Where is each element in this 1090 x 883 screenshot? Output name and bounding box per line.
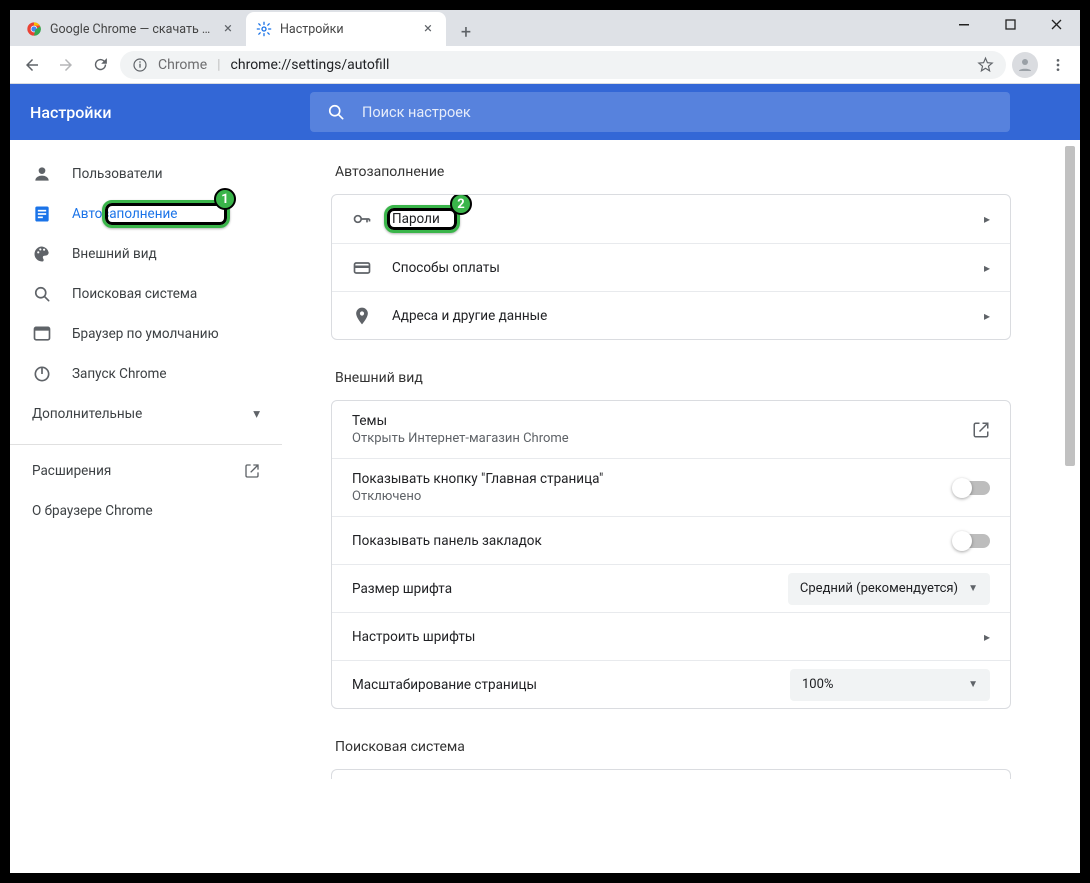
sidebar-item-label: Дополнительные bbox=[32, 406, 233, 422]
minimize-button[interactable] bbox=[942, 10, 988, 40]
row-addresses[interactable]: Адреса и другие данные bbox=[332, 291, 1010, 339]
row-label: Темы bbox=[352, 413, 952, 429]
external-link-icon bbox=[972, 421, 990, 439]
new-tab-button[interactable]: + bbox=[452, 18, 480, 46]
row-sublabel: Отключено bbox=[352, 489, 934, 504]
url-text: chrome://settings/autofill bbox=[231, 57, 390, 73]
sidebar-item-search-engine[interactable]: Поисковая система bbox=[10, 274, 282, 314]
row-label: Показывать панель закладок bbox=[352, 533, 934, 549]
chevron-down-icon: ▾ bbox=[253, 406, 260, 422]
section-title-autofill: Автозаполнение bbox=[335, 164, 1011, 180]
sidebar-item-about[interactable]: О браузере Chrome bbox=[10, 491, 282, 531]
sidebar-item-extensions[interactable]: Расширения bbox=[10, 451, 282, 491]
close-icon[interactable]: × bbox=[420, 21, 436, 37]
sidebar-item-default-browser[interactable]: Браузер по умолчанию bbox=[10, 314, 282, 354]
chevron-right-icon bbox=[984, 630, 990, 644]
row-label: Настроить шрифты bbox=[352, 629, 964, 645]
settings-favicon bbox=[256, 21, 272, 37]
pin-icon bbox=[352, 306, 372, 326]
sidebar-item-appearance[interactable]: Внешний вид bbox=[10, 234, 282, 274]
row-label: Размер шрифта bbox=[352, 581, 768, 597]
row-label: Способы оплаты bbox=[392, 260, 964, 276]
settings-search[interactable] bbox=[310, 92, 1010, 132]
font-size-select[interactable]: Средний (рекомендуется) ▼ bbox=[788, 573, 990, 605]
address-bar[interactable]: Chrome | chrome://settings/autofill bbox=[120, 51, 1006, 79]
section-title-search-engine: Поисковая система bbox=[335, 739, 1011, 755]
power-icon bbox=[32, 364, 52, 384]
settings-sidebar: Пользователи Автозаполнение 1 Внешний ви… bbox=[10, 140, 282, 873]
settings-header: Настройки bbox=[10, 84, 1080, 140]
sidebar-item-label: Запуск Chrome bbox=[72, 366, 260, 382]
back-button[interactable] bbox=[18, 51, 46, 79]
form-icon bbox=[32, 204, 52, 224]
settings-search-input[interactable] bbox=[362, 104, 994, 121]
row-sublabel: Открыть Интернет-магазин Chrome bbox=[352, 431, 952, 446]
chevron-right-icon bbox=[984, 212, 990, 226]
browser-icon bbox=[32, 324, 52, 344]
sidebar-item-label: Пользователи bbox=[72, 166, 260, 182]
person-icon bbox=[32, 164, 52, 184]
sidebar-item-label: О браузере Chrome bbox=[32, 503, 260, 519]
scroll-thumb[interactable] bbox=[1065, 146, 1075, 466]
sidebar-item-label: Браузер по умолчанию bbox=[72, 326, 260, 342]
row-label: Пароли bbox=[392, 211, 964, 227]
sidebar-item-label: Расширения bbox=[32, 463, 224, 479]
scrollbar[interactable] bbox=[1063, 140, 1077, 873]
row-customize-fonts[interactable]: Настроить шрифты bbox=[332, 612, 1010, 660]
search-icon bbox=[326, 102, 346, 122]
profile-avatar[interactable] bbox=[1012, 52, 1038, 78]
site-info-icon[interactable] bbox=[132, 57, 148, 73]
star-icon[interactable] bbox=[977, 56, 994, 73]
sidebar-item-users[interactable]: Пользователи bbox=[10, 154, 282, 194]
forward-button[interactable] bbox=[52, 51, 80, 79]
sidebar-item-on-startup[interactable]: Запуск Chrome bbox=[10, 354, 282, 394]
chevron-right-icon bbox=[984, 261, 990, 275]
close-icon[interactable]: × bbox=[220, 21, 236, 37]
select-value: 100% bbox=[802, 677, 833, 692]
section-title-appearance: Внешний вид bbox=[335, 370, 1011, 386]
row-label: Показывать кнопку "Главная страница" bbox=[352, 471, 934, 487]
tab-title: Google Chrome — скачать бесп bbox=[50, 22, 212, 37]
row-label: Адреса и другие данные bbox=[392, 308, 964, 324]
row-themes[interactable]: Темы Открыть Интернет-магазин Chrome bbox=[332, 401, 1010, 458]
browser-tab-0[interactable]: Google Chrome — скачать бесп × bbox=[16, 12, 246, 46]
caret-down-icon: ▼ bbox=[968, 679, 978, 690]
row-home-button: Показывать кнопку "Главная страница" Отк… bbox=[332, 458, 1010, 516]
window-titlebar: Google Chrome — скачать бесп × Настройки… bbox=[10, 10, 1080, 46]
row-label: Масштабирование страницы bbox=[352, 677, 770, 693]
palette-icon bbox=[32, 244, 52, 264]
chrome-favicon bbox=[26, 21, 42, 37]
sidebar-item-label: Внешний вид bbox=[72, 246, 260, 262]
browser-tab-1[interactable]: Настройки × bbox=[246, 12, 446, 46]
page-title: Настройки bbox=[30, 103, 270, 122]
row-font-size: Размер шрифта Средний (рекомендуется) ▼ bbox=[332, 564, 1010, 612]
divider bbox=[10, 444, 282, 445]
page-zoom-select[interactable]: 100% ▼ bbox=[790, 669, 990, 701]
maximize-button[interactable] bbox=[988, 10, 1034, 40]
select-value: Средний (рекомендуется) bbox=[800, 581, 958, 596]
sidebar-item-autofill[interactable]: Автозаполнение 1 bbox=[10, 194, 282, 234]
browser-toolbar: Chrome | chrome://settings/autofill bbox=[10, 46, 1080, 84]
close-window-button[interactable] bbox=[1034, 10, 1080, 40]
toggle-bookmarks-bar[interactable] bbox=[954, 534, 990, 548]
external-link-icon bbox=[244, 463, 260, 479]
url-prefix: Chrome bbox=[158, 57, 207, 73]
menu-button[interactable] bbox=[1044, 51, 1072, 79]
sidebar-item-label: Автозаполнение bbox=[72, 206, 260, 222]
sidebar-item-label: Поисковая система bbox=[72, 286, 260, 302]
reload-button[interactable] bbox=[86, 51, 114, 79]
toggle-home-button[interactable] bbox=[954, 481, 990, 495]
row-payment-methods[interactable]: Способы оплаты bbox=[332, 243, 1010, 291]
row-bookmarks-bar: Показывать панель закладок bbox=[332, 516, 1010, 564]
row-page-zoom: Масштабирование страницы 100% ▼ bbox=[332, 660, 1010, 708]
key-icon bbox=[352, 209, 372, 229]
search-icon bbox=[32, 284, 52, 304]
caret-down-icon: ▼ bbox=[968, 583, 978, 594]
settings-main: Автозаполнение Пароли 2 Способы оплаты bbox=[282, 140, 1080, 873]
chevron-right-icon bbox=[984, 309, 990, 323]
tab-title: Настройки bbox=[280, 22, 412, 37]
sidebar-item-advanced[interactable]: Дополнительные ▾ bbox=[10, 394, 282, 434]
card-icon bbox=[352, 258, 372, 278]
row-passwords[interactable]: Пароли 2 bbox=[332, 195, 1010, 243]
